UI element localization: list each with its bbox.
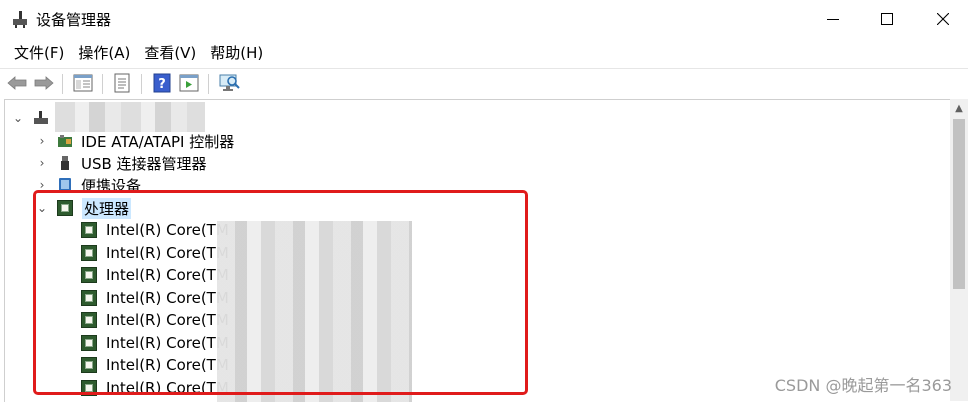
maximize-icon (881, 13, 893, 25)
back-arrow-icon (7, 76, 27, 90)
device-manager-icon (13, 11, 27, 28)
tree-item-usb-connector-managers[interactable]: USB 连接器管理器 (57, 152, 207, 174)
show-hide-tree-icon (73, 74, 93, 92)
close-icon (937, 13, 949, 25)
scroll-up-icon[interactable]: ▲ (950, 99, 968, 117)
toolbar-separator (208, 74, 209, 94)
scan-hardware-icon (219, 74, 240, 91)
toolbar-separator (102, 74, 103, 94)
properties-button[interactable] (111, 72, 133, 94)
toolbar: ? (0, 68, 968, 99)
scan-hardware-button[interactable] (218, 72, 240, 94)
scrollbar-thumb[interactable] (953, 119, 965, 289)
tree-root-computer[interactable] (33, 107, 57, 129)
watermark: CSDN @晚起第一名363 (774, 376, 952, 395)
forward-arrow-icon (34, 76, 54, 90)
menu-bar: 文件(F) 操作(A) 查看(V) 帮助(H) (0, 40, 968, 66)
tree-item-ide-controllers[interactable]: IDE ATA/ATAPI 控制器 (57, 130, 234, 152)
annotation-highlight-box (33, 190, 528, 395)
menu-action[interactable]: 操作(A) (71, 40, 137, 66)
maximize-button[interactable] (862, 0, 912, 38)
forward-button[interactable] (33, 72, 55, 94)
expand-chevron-icon[interactable]: › (36, 130, 48, 152)
title-bar: 设备管理器 (0, 0, 968, 38)
usb-connector-icon (61, 156, 69, 170)
vertical-scrollbar[interactable]: ▲ (950, 99, 968, 401)
toolbar-separator (62, 74, 63, 94)
close-button[interactable] (918, 0, 968, 38)
minimize-icon (827, 18, 839, 20)
toolbar-separator (141, 74, 142, 94)
help-icon: ? (153, 73, 171, 93)
computer-icon (34, 111, 48, 124)
svg-text:?: ? (158, 77, 166, 92)
expand-chevron-icon[interactable]: › (36, 152, 48, 174)
ide-controller-icon (58, 135, 72, 147)
back-button[interactable] (6, 72, 28, 94)
show-hide-tree-button[interactable] (72, 72, 94, 94)
root-collapse-chevron-icon[interactable]: ⌄ (12, 107, 24, 129)
menu-file[interactable]: 文件(F) (7, 40, 71, 66)
properties-icon (114, 73, 130, 93)
action-pane-button[interactable] (178, 72, 200, 94)
menu-help[interactable]: 帮助(H) (203, 40, 270, 66)
action-pane-icon (179, 74, 199, 92)
tree-item-label: IDE ATA/ATAPI 控制器 (81, 132, 235, 151)
redacted-computer-name (55, 102, 205, 132)
menu-view[interactable]: 查看(V) (137, 40, 203, 66)
window-title: 设备管理器 (36, 11, 112, 29)
minimize-button[interactable] (808, 0, 858, 38)
help-button[interactable]: ? (151, 72, 173, 94)
tree-item-label: USB 连接器管理器 (81, 154, 207, 173)
